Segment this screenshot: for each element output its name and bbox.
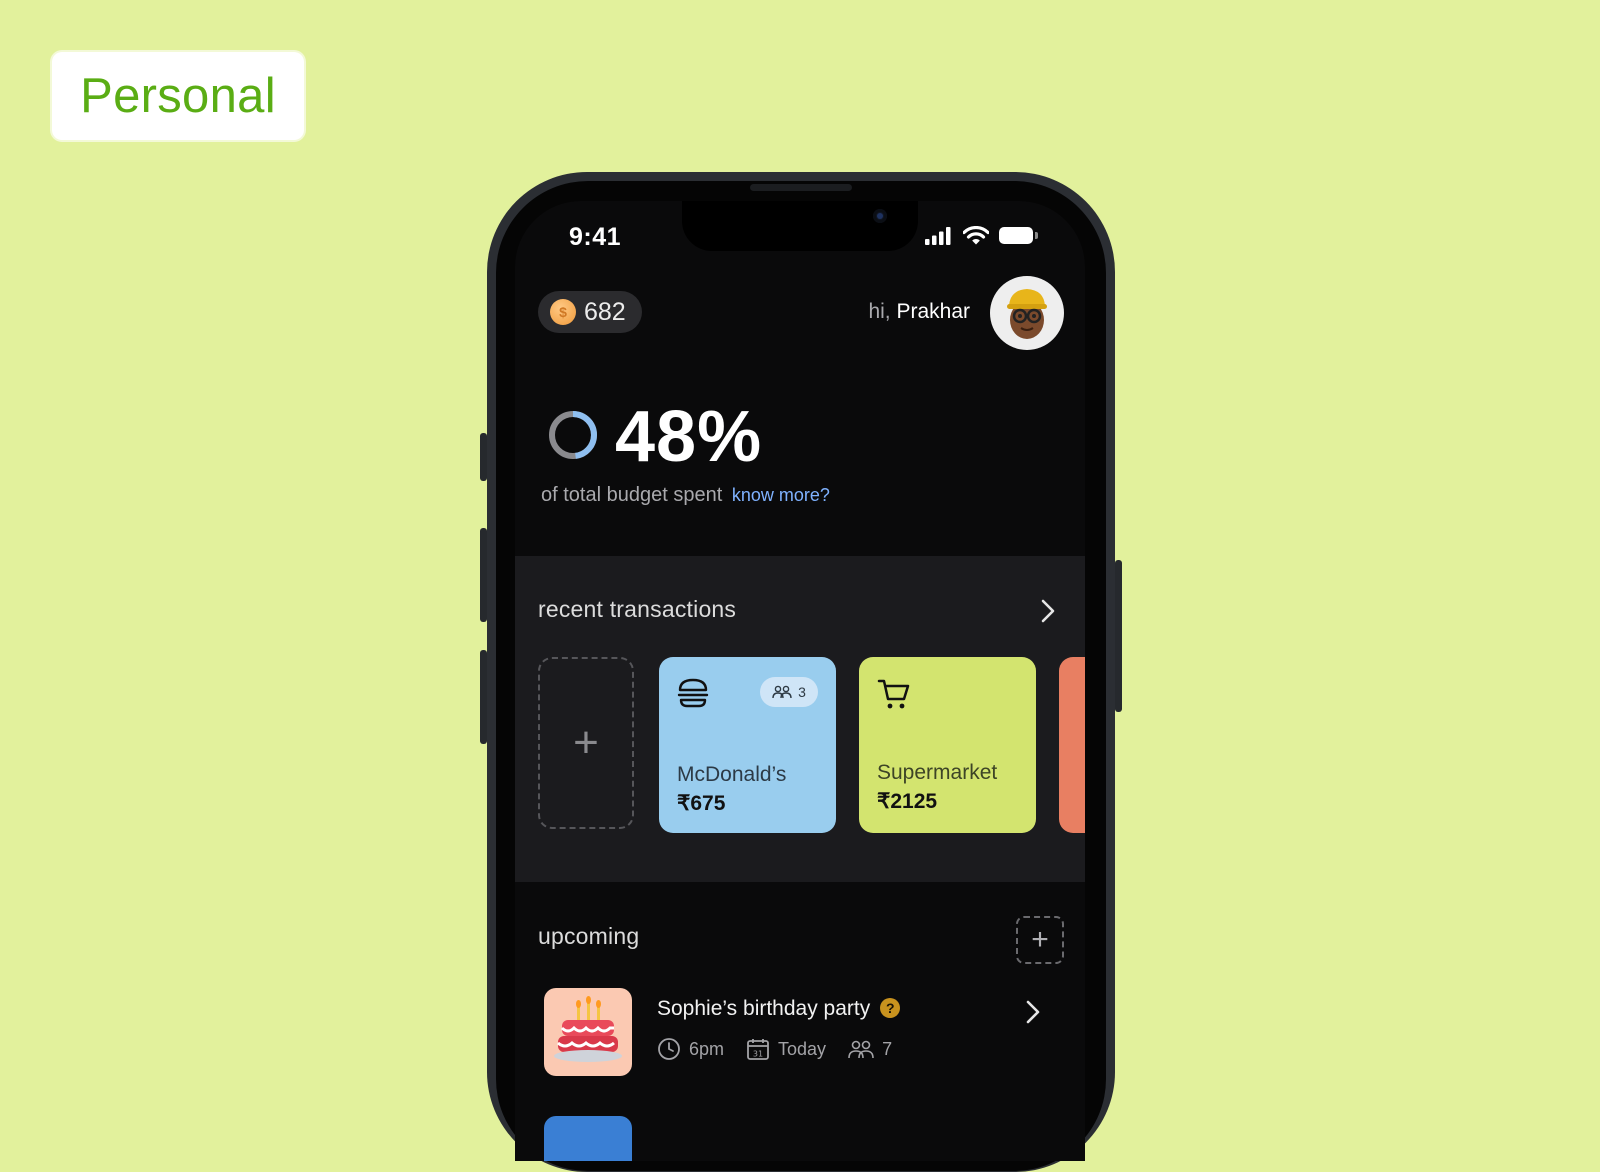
transaction-card-partial[interactable] (1059, 657, 1085, 833)
budget-caption-text: of total budget spent (541, 484, 723, 506)
coin-icon: $ (550, 299, 576, 325)
transaction-card-mcdonalds[interactable]: 3 McDonald’s ₹675 (659, 657, 836, 833)
cart-icon (877, 679, 910, 709)
transaction-card-supermarket[interactable]: Supermarket ₹2125 (859, 657, 1036, 833)
phone-silent-switch (480, 433, 487, 481)
greeting-text: hi, (868, 300, 891, 323)
personal-badge: Personal (52, 52, 304, 140)
phone-volume-down (480, 650, 487, 744)
avatar[interactable] (990, 276, 1064, 350)
budget-caption: of total budget spent know more? (541, 484, 830, 507)
battery-icon (999, 227, 1038, 244)
budget-percent: 48% (615, 397, 763, 477)
svg-text:31: 31 (753, 1050, 763, 1059)
event-people-count: 7 (882, 1038, 893, 1059)
recent-transactions-title: recent transactions (538, 596, 737, 622)
event-people: 7 (848, 1039, 892, 1060)
chevron-right-icon[interactable] (1038, 598, 1058, 624)
event-title[interactable]: Sophie’s birthday party? (657, 997, 901, 1021)
phone-power-button (1115, 560, 1122, 712)
add-upcoming-button[interactable]: + (1016, 916, 1064, 964)
event-thumbnail[interactable] (544, 988, 632, 1076)
calendar-icon: 31 (747, 1039, 769, 1060)
event-time: 6pm (657, 1037, 724, 1061)
status-time: 9:41 (569, 223, 622, 251)
event-time-text: 6pm (689, 1038, 725, 1059)
phone-speaker (750, 184, 852, 191)
budget-progress-ring (549, 411, 597, 459)
add-transaction-button[interactable]: + (538, 657, 634, 829)
clock-icon (658, 1038, 680, 1060)
coin-count: 682 (584, 297, 626, 326)
notch (682, 201, 918, 251)
birthday-cake-icon (554, 996, 622, 1062)
recent-transactions-section: recent transactions + 3 McDonald’s ₹675 … (515, 556, 1085, 882)
user-name: Prakhar (896, 300, 970, 323)
people-icon (772, 685, 792, 699)
event-date: 31 Today (746, 1037, 826, 1061)
event-date-text: Today (778, 1038, 827, 1059)
transaction-amount: ₹2125 (877, 790, 938, 813)
phone-volume-up (480, 528, 487, 622)
chevron-right-icon[interactable] (1023, 999, 1043, 1025)
wifi-icon (963, 226, 989, 245)
coin-balance[interactable]: $ 682 (538, 291, 642, 333)
know-more-link[interactable]: know more? (732, 485, 830, 505)
people-icon (848, 1040, 874, 1059)
greeting: hi, Prakhar (868, 300, 970, 324)
event-thumbnail-next[interactable] (544, 1116, 632, 1161)
help-icon[interactable]: ? (880, 998, 901, 1018)
transaction-amount: ₹675 (677, 792, 726, 815)
app-screen: 9:41 $ 682 hi, Prakhar 48% of total budg… (515, 201, 1085, 1161)
cellular-signal-icon (925, 226, 951, 245)
event-title-text: Sophie’s birthday party (657, 997, 871, 1020)
shared-people-count: 3 (798, 684, 806, 700)
event-meta: 6pm 31 Today 7 (657, 1037, 914, 1061)
memoji-avatar-icon (1007, 289, 1047, 339)
front-camera (873, 209, 887, 223)
merchant-name: McDonald’s (677, 763, 787, 786)
shared-people-badge: 3 (760, 677, 818, 707)
upcoming-title: upcoming (538, 923, 640, 949)
status-icons (925, 226, 1038, 245)
burger-icon (677, 678, 709, 708)
merchant-name: Supermarket (877, 761, 998, 784)
